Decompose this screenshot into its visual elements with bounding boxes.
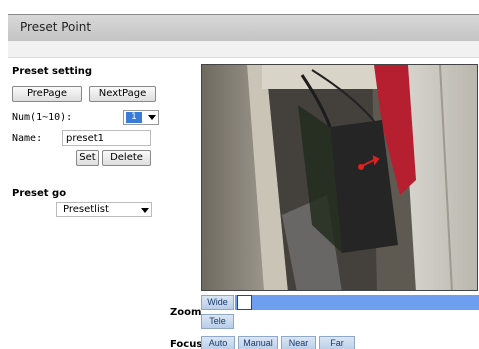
zoom-slider-handle[interactable] bbox=[237, 295, 252, 310]
focus-auto-button[interactable]: Auto bbox=[201, 336, 235, 349]
page-title: Preset Point bbox=[20, 20, 92, 34]
preset-name-input[interactable] bbox=[62, 130, 151, 146]
next-page-button[interactable]: NextPage bbox=[89, 86, 156, 102]
zoom-wide-button[interactable]: Wide bbox=[201, 295, 234, 310]
name-label: Name: bbox=[12, 133, 43, 144]
num-label: Num(1~10): bbox=[12, 112, 73, 123]
zoom-slider-track[interactable] bbox=[235, 295, 479, 310]
focus-far-button[interactable]: Far bbox=[319, 336, 355, 349]
prev-page-button[interactable]: PrePage bbox=[12, 86, 82, 102]
chevron-down-icon bbox=[148, 115, 156, 120]
set-button[interactable]: Set bbox=[76, 150, 99, 166]
preset-setting-heading: Preset setting bbox=[12, 66, 93, 77]
preset-list-value: Presetlist bbox=[63, 204, 109, 215]
header-bar: Preset Point bbox=[8, 15, 479, 41]
preset-number-select[interactable]: 1 bbox=[123, 110, 159, 125]
zoom-tele-button[interactable]: Tele bbox=[201, 314, 234, 329]
focus-near-button[interactable]: Near bbox=[281, 336, 316, 349]
preset-list-select[interactable]: Presetlist bbox=[56, 202, 152, 217]
header-bottom-line bbox=[8, 57, 479, 58]
focus-label: Focus bbox=[170, 339, 203, 349]
focus-manual-button[interactable]: Manual bbox=[238, 336, 278, 349]
preset-go-heading: Preset go bbox=[12, 188, 67, 199]
preset-number-value: 1 bbox=[126, 112, 142, 123]
header-band bbox=[8, 41, 479, 57]
camera-video-feed[interactable] bbox=[201, 64, 478, 291]
zoom-label: Zoom bbox=[170, 307, 202, 318]
camera-frame-image bbox=[202, 65, 477, 290]
delete-button[interactable]: Delete bbox=[102, 150, 151, 166]
chevron-down-icon bbox=[141, 208, 149, 213]
